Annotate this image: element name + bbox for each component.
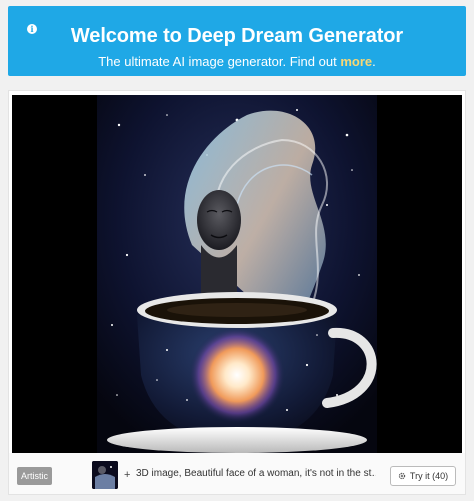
more-link[interactable]: more bbox=[340, 54, 372, 69]
banner-title: Welcome to Deep Dream Generator bbox=[70, 25, 404, 47]
banner-subtitle: The ultimate AI image generator. Find ou… bbox=[8, 54, 466, 69]
card-footer: Artistic + 3D image, Beautiful face of a… bbox=[9, 453, 465, 494]
plus-icon: + bbox=[124, 469, 131, 481]
banner-subtitle-text: The ultimate AI image generator. Find ou… bbox=[98, 54, 341, 69]
banner-subtitle-suffix: . bbox=[372, 54, 376, 69]
try-it-button[interactable]: Try it (40) bbox=[390, 466, 456, 486]
welcome-banner: i Welcome to Deep Dream Generator The ul… bbox=[8, 6, 466, 76]
galaxy-coffee-cup-artwork[interactable] bbox=[97, 95, 377, 453]
gear-icon bbox=[398, 472, 406, 480]
thumbnail-image-icon bbox=[92, 461, 118, 489]
source-thumbnail[interactable] bbox=[92, 461, 118, 489]
image-frame[interactable] bbox=[12, 95, 462, 453]
image-card: Artistic + 3D image, Beautiful face of a… bbox=[8, 90, 466, 495]
try-it-label: Try it (40) bbox=[409, 471, 449, 481]
prompt-text[interactable]: 3D image, Beautiful face of a woman, it'… bbox=[136, 468, 376, 479]
category-tag[interactable]: Artistic bbox=[17, 467, 52, 485]
